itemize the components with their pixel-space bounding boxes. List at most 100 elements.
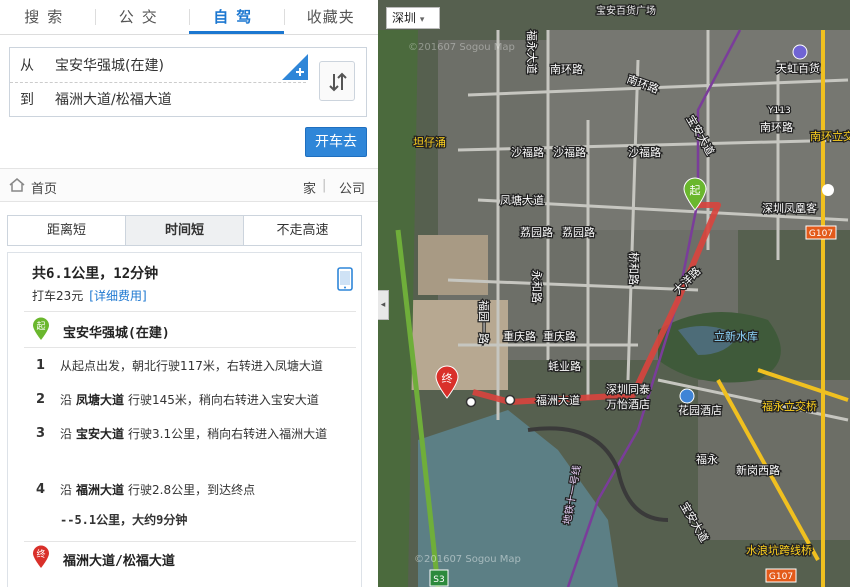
- map-watermark: ©201607 Sogou Map: [414, 554, 521, 565]
- map-label: 重庆路: [503, 329, 536, 343]
- step-number: 1: [36, 358, 46, 373]
- step-text: 沿凤塘大道 行驶145米，稍向右转进入宝安大道: [60, 389, 360, 411]
- map-label: 福园一路: [477, 300, 491, 344]
- city-selector[interactable]: 深圳 ▾: [386, 7, 440, 29]
- divider: [24, 541, 356, 542]
- map-label: 深圳凤凰客: [762, 201, 817, 215]
- step-text: 沿福洲大道 行驶2.8公里，到达终点: [60, 479, 360, 501]
- end-place[interactable]: 福洲大道/松福大道: [63, 550, 175, 569]
- mode-shortest-distance[interactable]: 距离短: [8, 216, 125, 245]
- map-start-pin-label: 起: [690, 184, 701, 197]
- route-summary: 共6.1公里，12分钟: [32, 266, 159, 282]
- from-row[interactable]: 从 宝安华强城(在建): [10, 49, 306, 83]
- step-road: 凤塘大道: [76, 393, 125, 407]
- map-label: 福洲大道: [536, 393, 580, 407]
- step-text: 沿宝安大道 行驶3.1公里，稍向右转进入福洲大道: [60, 423, 360, 445]
- map-label: 凤塘大道: [500, 193, 544, 207]
- fare-detail-link[interactable]: [详细费用]: [89, 289, 146, 303]
- map-label: 南环路: [550, 63, 583, 76]
- crumb-separator: |: [322, 178, 327, 193]
- route-node: [504, 394, 516, 406]
- poi-icon[interactable]: [822, 184, 834, 196]
- collapse-panel-button[interactable]: ◂: [378, 290, 389, 320]
- route-detail-card: 共6.1公里，12分钟 打车23元 [详细费用] 起 宝安华强城(在建) 1 从起…: [7, 252, 362, 587]
- hotel-poi-icon[interactable]: [679, 388, 695, 404]
- map-label: 立新水库: [714, 329, 758, 343]
- home-address-link[interactable]: 家: [303, 178, 316, 197]
- city-name: 深圳: [392, 11, 417, 25]
- to-row[interactable]: 到 福洲大道/松福大道: [10, 83, 310, 117]
- end-pin-icon: 终: [33, 545, 49, 568]
- step-number: 2: [36, 392, 46, 407]
- company-address-link[interactable]: 公司: [339, 178, 365, 197]
- swap-icon: [329, 72, 347, 92]
- map-label: 深圳同泰: [606, 382, 650, 396]
- add-waypoint-icon[interactable]: [282, 54, 308, 80]
- mode-avoid-highway[interactable]: 不走高速: [243, 216, 361, 245]
- map-label: 新岗西路: [736, 463, 780, 477]
- chevron-left-icon: ◂: [380, 300, 386, 310]
- step-prefix: 沿: [60, 393, 73, 407]
- home-icon: [9, 178, 25, 192]
- send-to-phone-icon[interactable]: [337, 267, 353, 291]
- map-label: G107: [809, 229, 833, 239]
- start-pin-label: 起: [36, 321, 45, 332]
- map-label: 南环路: [760, 121, 793, 134]
- end-pin-label: 终: [36, 548, 45, 560]
- satellite-map[interactable]: 南环路 南环路 天虹百货 Y113 南环路 南环立交 坦仔涌 沙福路 沙福路 沙…: [378, 0, 850, 587]
- step-prefix: 沿: [60, 483, 73, 497]
- map-label: 重庆路: [543, 329, 576, 343]
- map-label: 荔园路: [562, 226, 595, 239]
- map-label: 永和路: [530, 270, 544, 303]
- map-label: 沙福路: [511, 145, 544, 159]
- map-label: 蚝业路: [548, 360, 581, 373]
- map-label: 坦仔涌: [413, 135, 446, 149]
- map-label: 桥和路: [627, 252, 640, 285]
- from-input[interactable]: 宝安华强城(在建): [55, 49, 164, 83]
- divider: [24, 311, 356, 312]
- to-label: 到: [20, 92, 34, 108]
- route-input-box: 从 宝安华强城(在建) 到 福洲大道/松福大道: [9, 47, 367, 117]
- step-text: 从起点出发，朝北行驶117米，右转进入凤塘大道: [60, 355, 360, 377]
- step-prefix: 从起点出发，朝北行驶117米，右转进入凤塘大道: [60, 359, 323, 373]
- map-label: 万怡酒店: [606, 397, 650, 411]
- route-mode-tabs: 距离短 时间短 不走高速: [7, 215, 362, 246]
- start-drive-button[interactable]: 开车去: [305, 127, 367, 157]
- tab-search[interactable]: 搜索: [0, 0, 95, 34]
- taxi-fare-text: 打车23元: [32, 289, 84, 303]
- step-prefix: 沿: [60, 427, 73, 441]
- map-label: 福永: [696, 452, 718, 466]
- chevron-down-icon: ▾: [419, 15, 425, 25]
- breadcrumb: 首页 家 | 公司: [0, 168, 378, 202]
- step-suffix: 行驶3.1公里，稍向右转进入福洲大道: [128, 427, 328, 441]
- top-tabs: 搜索 公交 自驾 收藏夹: [0, 0, 378, 35]
- home-link[interactable]: 首页: [31, 178, 57, 197]
- step-road: 福洲大道: [76, 483, 125, 497]
- map-label: 天虹百货: [776, 61, 820, 75]
- route-panel: 搜索 公交 自驾 收藏夹 从 宝安华强城(在建) 到 福洲大道/松福大道 开车去: [0, 0, 378, 587]
- swap-button[interactable]: [319, 61, 355, 101]
- map-label: 荔园路: [520, 226, 553, 239]
- step-suffix: 行驶2.8公里，到达终点: [128, 483, 256, 497]
- map-label: 沙福路: [553, 145, 586, 159]
- mode-shortest-time[interactable]: 时间短: [125, 216, 243, 245]
- divider: [24, 347, 356, 348]
- map-label: 宝安百货广场: [596, 4, 656, 17]
- start-place[interactable]: 宝安华强城(在建): [63, 322, 170, 341]
- map-view[interactable]: 南环路 南环路 天虹百货 Y113 南环路 南环立交 坦仔涌 沙福路 沙福路 沙…: [378, 0, 850, 587]
- shopping-poi-icon[interactable]: [792, 44, 808, 60]
- subtotal-text: --5.1公里，大约9分钟: [60, 513, 188, 527]
- tab-favorites[interactable]: 收藏夹: [283, 0, 379, 34]
- map-label: 福永大道: [525, 30, 539, 74]
- map-label: 花园酒店: [678, 403, 722, 417]
- map-label: 水浪坑跨线桥: [746, 543, 812, 557]
- map-label: 沙福路: [628, 145, 661, 159]
- step-number: 4: [36, 482, 46, 497]
- taxi-fare: 打车23元 [详细费用]: [32, 287, 147, 304]
- tab-drive[interactable]: 自驾: [189, 0, 284, 34]
- to-input[interactable]: 福洲大道/松福大道: [55, 83, 172, 117]
- route-node: [465, 396, 477, 408]
- tab-bus[interactable]: 公交: [94, 0, 190, 34]
- map-label: 南环立交: [810, 129, 850, 143]
- step-suffix: 行驶145米，稍向右转进入宝安大道: [128, 393, 319, 407]
